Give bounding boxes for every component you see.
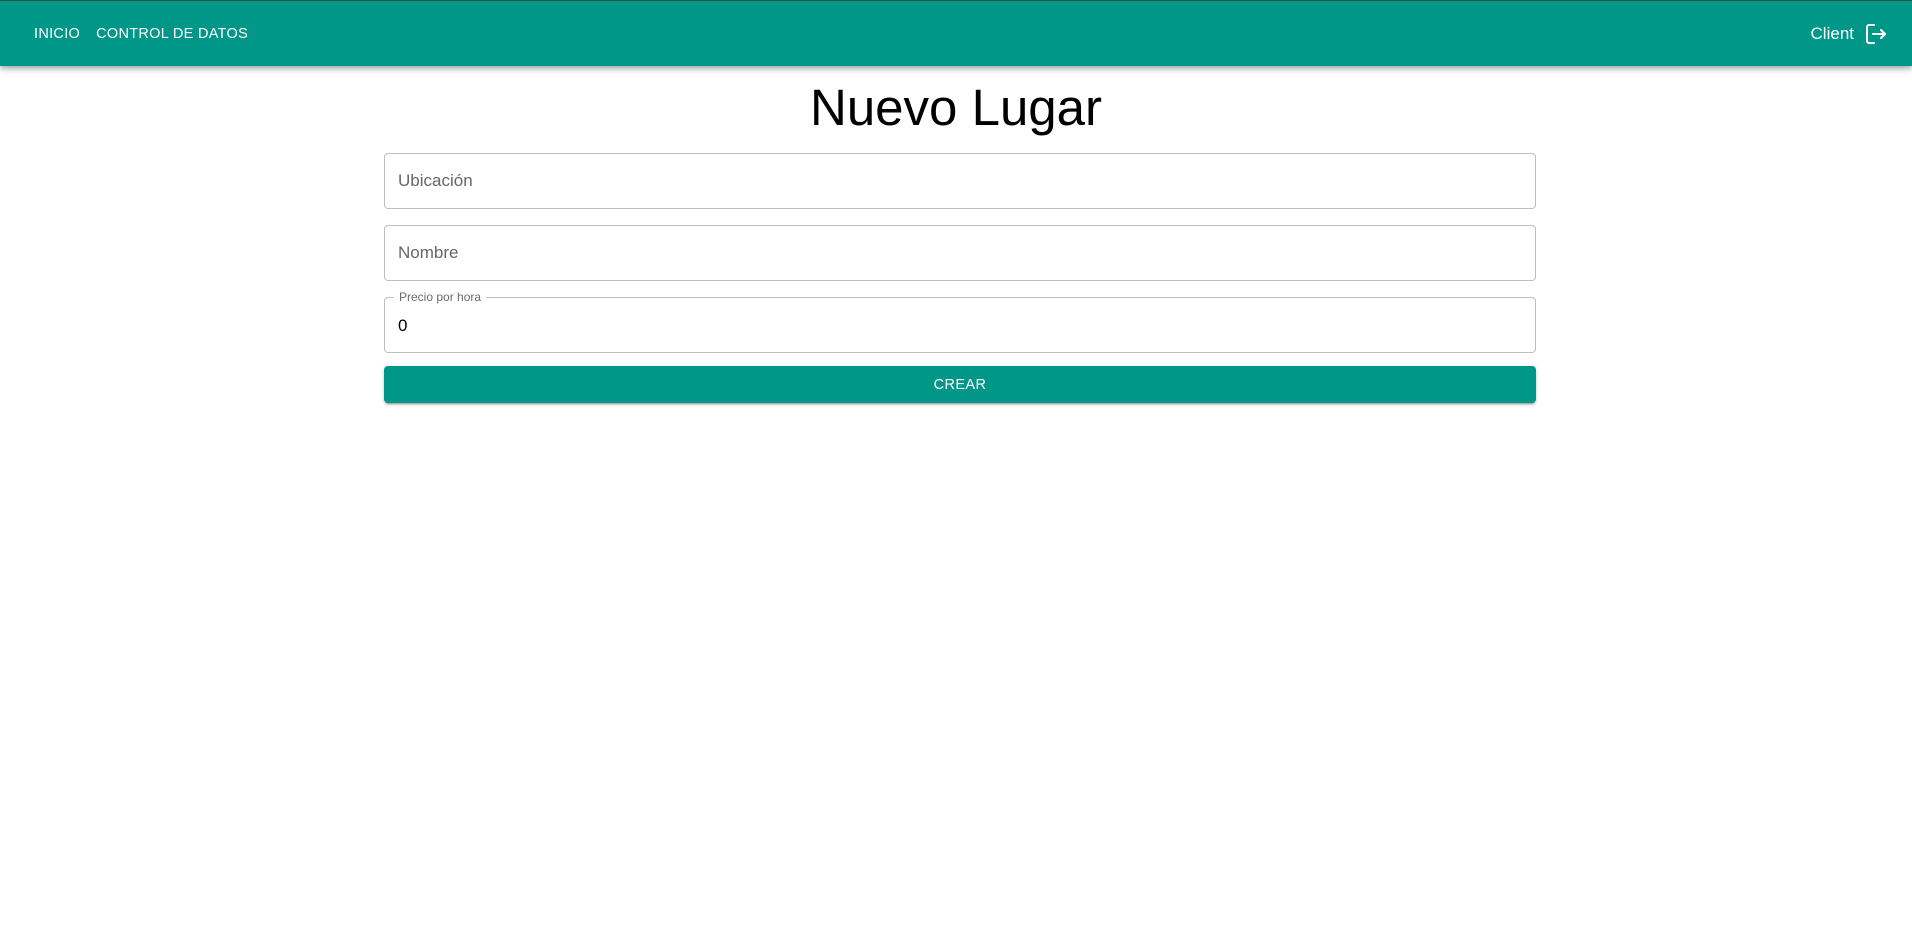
name-input[interactable] — [385, 226, 1535, 280]
app-bar: INICIO CONTROL DE DATOS Client — [0, 0, 1912, 66]
main-nav: INICIO CONTROL DE DATOS — [26, 18, 256, 50]
price-field: Precio por hora — [384, 290, 1536, 353]
name-field — [384, 225, 1536, 281]
page-title: Nuevo Lugar — [809, 79, 1103, 136]
new-place-form: Precio por hora CREAR — [384, 153, 1536, 403]
location-field — [384, 153, 1536, 209]
user-logout-button[interactable]: Client — [1811, 22, 1888, 46]
price-input[interactable] — [385, 298, 1535, 352]
logout-icon — [1866, 23, 1886, 44]
location-input[interactable] — [385, 154, 1535, 208]
nav-inicio-button[interactable]: INICIO — [26, 18, 88, 50]
user-name: Client — [1810, 23, 1854, 43]
create-button[interactable]: CREAR — [384, 366, 1536, 403]
nav-control-de-datos-button[interactable]: CONTROL DE DATOS — [88, 18, 256, 50]
